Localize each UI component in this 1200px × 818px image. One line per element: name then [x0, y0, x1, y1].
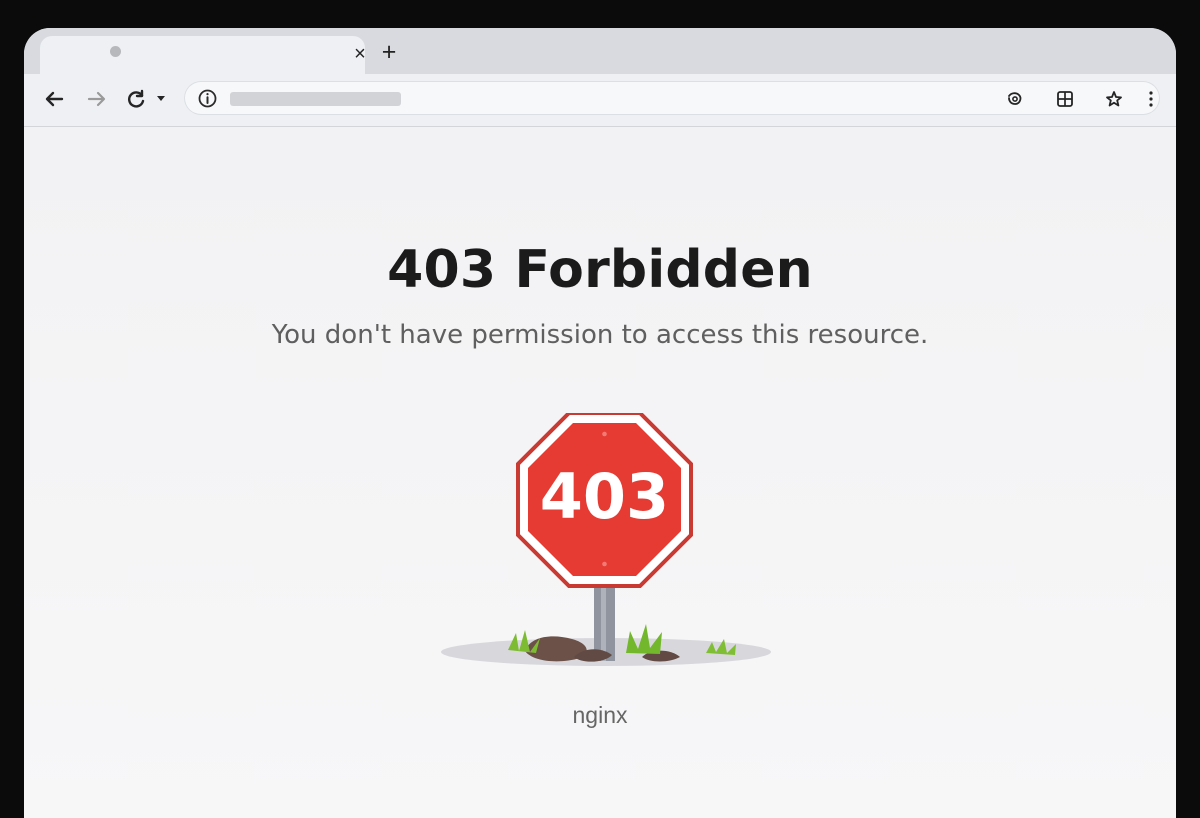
- top-bolt: [602, 431, 607, 437]
- back-button[interactable]: [42, 86, 68, 112]
- bookmark-star-icon: [1106, 91, 1122, 107]
- browser-toolbar: [24, 74, 1176, 127]
- tab-loading-indicator: [110, 46, 121, 57]
- new-tab-button[interactable]: +: [380, 40, 398, 65]
- stop-sign-illustration: 403: [441, 413, 771, 666]
- redacted-url: [230, 92, 401, 106]
- tab-close-button[interactable]: ×: [351, 44, 369, 64]
- tab-bar: × +: [24, 28, 1176, 74]
- forward-button[interactable]: [83, 86, 109, 112]
- browser-menu-button[interactable]: [1140, 88, 1162, 110]
- reload-icon: [128, 89, 145, 108]
- extensions-button[interactable]: [1054, 88, 1076, 110]
- bookmark-button[interactable]: [1103, 88, 1125, 110]
- back-arrow-icon: [45, 91, 64, 107]
- site-info-button[interactable]: [197, 88, 218, 109]
- chevron-down-icon: [157, 96, 165, 101]
- server-name: nginx: [572, 702, 628, 728]
- error-page: 403 Forbidden You don't have permission …: [24, 127, 1176, 818]
- forward-arrow-icon: [87, 91, 106, 107]
- stop-sign-code: 403: [540, 460, 669, 533]
- sign-post-shine: [601, 583, 606, 661]
- reload-button[interactable]: [123, 86, 149, 112]
- lens-icon: [1008, 92, 1022, 105]
- lens-button[interactable]: [1004, 88, 1026, 110]
- error-title: 403 Forbidden: [387, 240, 813, 300]
- bottom-bolt: [602, 561, 607, 567]
- grid-icon: [1057, 91, 1073, 107]
- active-tab[interactable]: ×: [40, 36, 366, 74]
- address-bar[interactable]: [184, 81, 1160, 115]
- info-icon: [198, 89, 217, 108]
- reload-menu-button[interactable]: [153, 89, 169, 107]
- browser-window: × + 403 Forbidden You don't have permiss…: [24, 28, 1176, 818]
- more-vertical-icon: [1149, 91, 1153, 107]
- error-message: You don't have permission to access this…: [271, 320, 929, 350]
